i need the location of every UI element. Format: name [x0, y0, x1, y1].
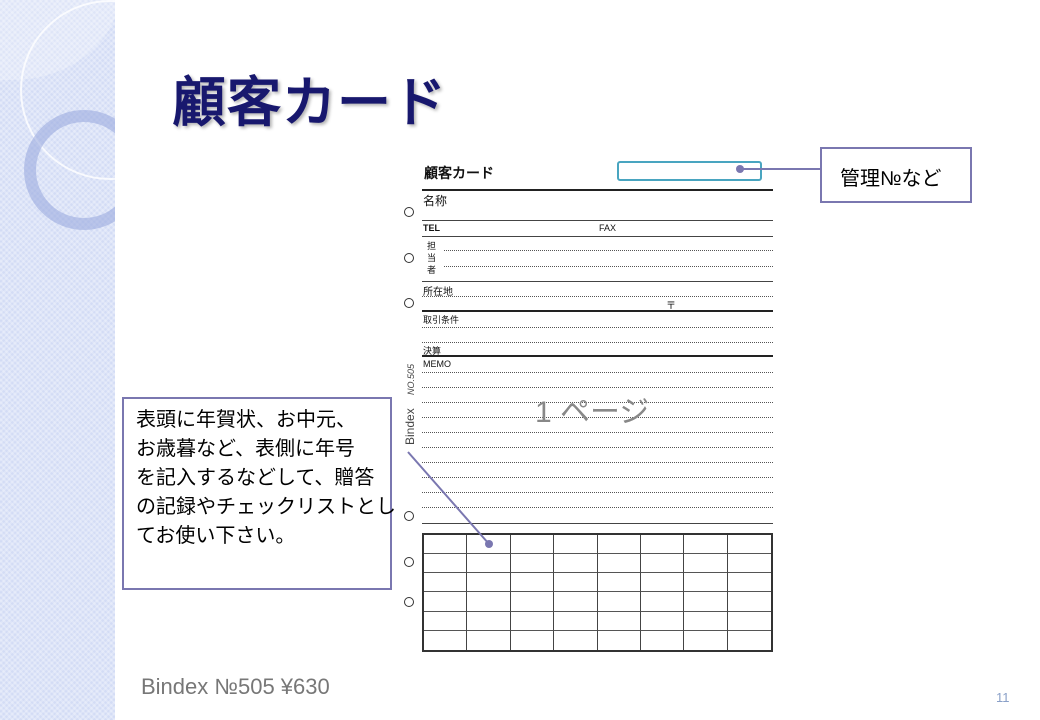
- slide-number: 11: [996, 690, 1010, 705]
- connector-dot: [736, 165, 744, 173]
- callout-connectors: [407, 165, 820, 548]
- connector-dot: [485, 540, 493, 548]
- connector-line: [407, 451, 490, 545]
- callout-line: を記入するなどして、贈答: [136, 467, 375, 489]
- management-callout: 管理№など: [820, 147, 972, 203]
- callout-line: お歳暮など、表側に年号: [136, 438, 355, 460]
- usage-callout: 表頭に年賀状、お中元、 お歳暮など、表側に年号 を記入するなどして、贈答 の記録…: [122, 397, 396, 590]
- callout-line: 表頭に年賀状、お中元、: [136, 409, 356, 431]
- callout-line: てお使い下さい。: [136, 525, 296, 547]
- callout-line: の記録やチェックリストとし: [136, 496, 396, 518]
- slide-footer: Bindex №505 ¥630: [141, 674, 330, 699]
